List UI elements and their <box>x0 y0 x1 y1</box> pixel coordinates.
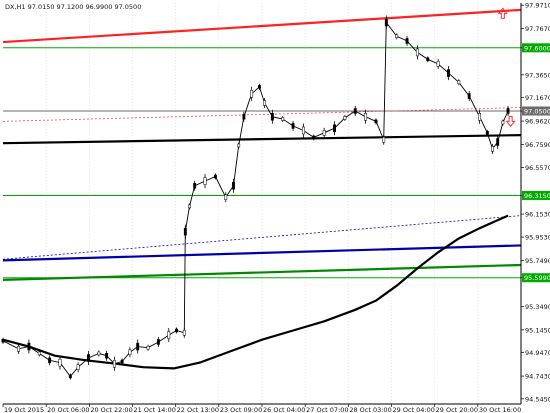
candle-body <box>167 331 171 339</box>
x-tick-label: 26 Oct 04:00 <box>263 406 305 413</box>
candle-body <box>68 374 72 379</box>
candle-body <box>156 339 160 345</box>
candle-body <box>270 113 274 121</box>
candle-body <box>301 126 305 135</box>
candle-body <box>382 136 386 143</box>
candle-body <box>188 204 191 209</box>
y-tick-label: 97.3650 <box>525 71 550 79</box>
x-tick-label: 29 Oct 04:00 <box>393 406 435 413</box>
candle-body <box>291 123 295 129</box>
y-tick-label: 94.7430 <box>525 373 550 381</box>
candle-body <box>447 69 450 77</box>
candle-body <box>112 360 116 368</box>
x-tick-label: 19 Oct 2015 <box>4 406 44 413</box>
chart-title: DX,H1 97.0150 97.1200 96.9900 97.0500 <box>5 3 141 11</box>
candle-body <box>436 61 440 67</box>
candle-body <box>27 342 31 351</box>
candle-body <box>405 38 409 44</box>
candle-body <box>37 351 41 356</box>
x-tick-label: 27 Oct 07:00 <box>306 406 348 413</box>
candle-body <box>263 100 267 106</box>
candle-body <box>146 345 150 350</box>
x-tick-label: 20 Oct 22:00 <box>90 406 132 413</box>
candle-body <box>224 194 228 200</box>
candle-body <box>312 135 316 140</box>
y-tick-label: 96.9620 <box>525 118 550 126</box>
candle-body <box>87 354 90 362</box>
candle-body <box>182 330 186 336</box>
y-level-tag-label: 97.6000 <box>524 44 550 52</box>
x-tick-label: 23 Oct 09:00 <box>220 406 262 413</box>
candle-body <box>257 85 261 89</box>
candle-body <box>242 114 246 120</box>
candle-body <box>175 328 178 333</box>
candle-body <box>426 57 430 62</box>
price-chart[interactable]: 97.9710 97.7670 97.6000 97.3650 97.1670 97.05… <box>0 0 550 413</box>
y-tick-label: 94.9470 <box>525 349 550 357</box>
x-tick-label: 29 Oct 20:00 <box>436 406 478 413</box>
candle-body <box>478 113 482 121</box>
candle-body <box>395 34 399 39</box>
y-level-tag-label: 97.0500 <box>524 108 550 116</box>
y-tick-label: 95.9530 <box>525 234 550 242</box>
candle-body <box>374 119 378 124</box>
x-tick-label: 22 Oct 13:00 <box>177 406 219 413</box>
candle-body <box>415 48 419 57</box>
y-tick-label: 95.1450 <box>525 326 550 334</box>
candle-body <box>183 227 187 236</box>
candle-body <box>105 352 109 359</box>
candle-body <box>237 143 241 148</box>
candle-body <box>17 346 20 352</box>
candle-body <box>364 113 368 121</box>
chart-root: 97.9710 97.7670 97.6000 97.3650 97.1670 97.05… <box>0 0 550 413</box>
candle-body <box>506 108 510 114</box>
candle-body <box>203 177 207 185</box>
candle-body <box>136 342 140 351</box>
x-tick-label: 28 Oct 03:00 <box>349 406 391 413</box>
candle-body <box>1 339 5 343</box>
y-tick-label: 97.1670 <box>525 94 550 102</box>
candle-body <box>343 116 347 120</box>
y-level-tag-label: 96.3150 <box>524 192 550 200</box>
candle-body <box>250 90 254 98</box>
x-tick-label: 30 Oct 16:00 <box>479 406 521 413</box>
y-tick-label: 97.9710 <box>525 2 550 10</box>
x-tick-label: 20 Oct 06:00 <box>47 406 89 413</box>
candle-body <box>128 349 132 356</box>
candle-body <box>384 18 388 27</box>
candle-body <box>353 108 357 114</box>
candle-body <box>120 359 124 364</box>
x-tick-label: 21 Oct 14:00 <box>134 406 176 413</box>
candle-body <box>58 358 62 367</box>
y-tick-label: 96.5570 <box>525 164 550 172</box>
candle-body <box>485 131 489 135</box>
candle-body <box>501 120 505 125</box>
y-tick-label: 96.7590 <box>525 141 550 149</box>
candle-body <box>97 351 101 356</box>
candle-body <box>48 357 52 364</box>
candle-body <box>232 181 235 190</box>
candle-body <box>467 93 471 99</box>
candle-body <box>322 130 326 136</box>
candle-body <box>333 124 336 132</box>
candle-body <box>76 364 80 370</box>
x-axis-labels: 19 Oct 2015 20 Oct 06:00 20 Oct 22:00 21 Oc… <box>2 404 521 413</box>
y-tick-label: 94.5450 <box>525 395 550 403</box>
candle-body <box>457 80 461 85</box>
candle-body <box>491 146 494 152</box>
candle-body <box>281 117 285 121</box>
chart-background <box>0 0 550 413</box>
y-tick-label: 95.3490 <box>525 303 550 311</box>
candle-body <box>496 138 500 146</box>
y-tick-label: 95.7490 <box>525 257 550 265</box>
candle-body <box>213 174 217 179</box>
y-tick-label: 97.7670 <box>525 25 550 33</box>
candle-body <box>193 182 197 189</box>
y-level-tag-label: 95.5990 <box>524 274 550 282</box>
y-tick-label: 96.1530 <box>525 211 550 219</box>
